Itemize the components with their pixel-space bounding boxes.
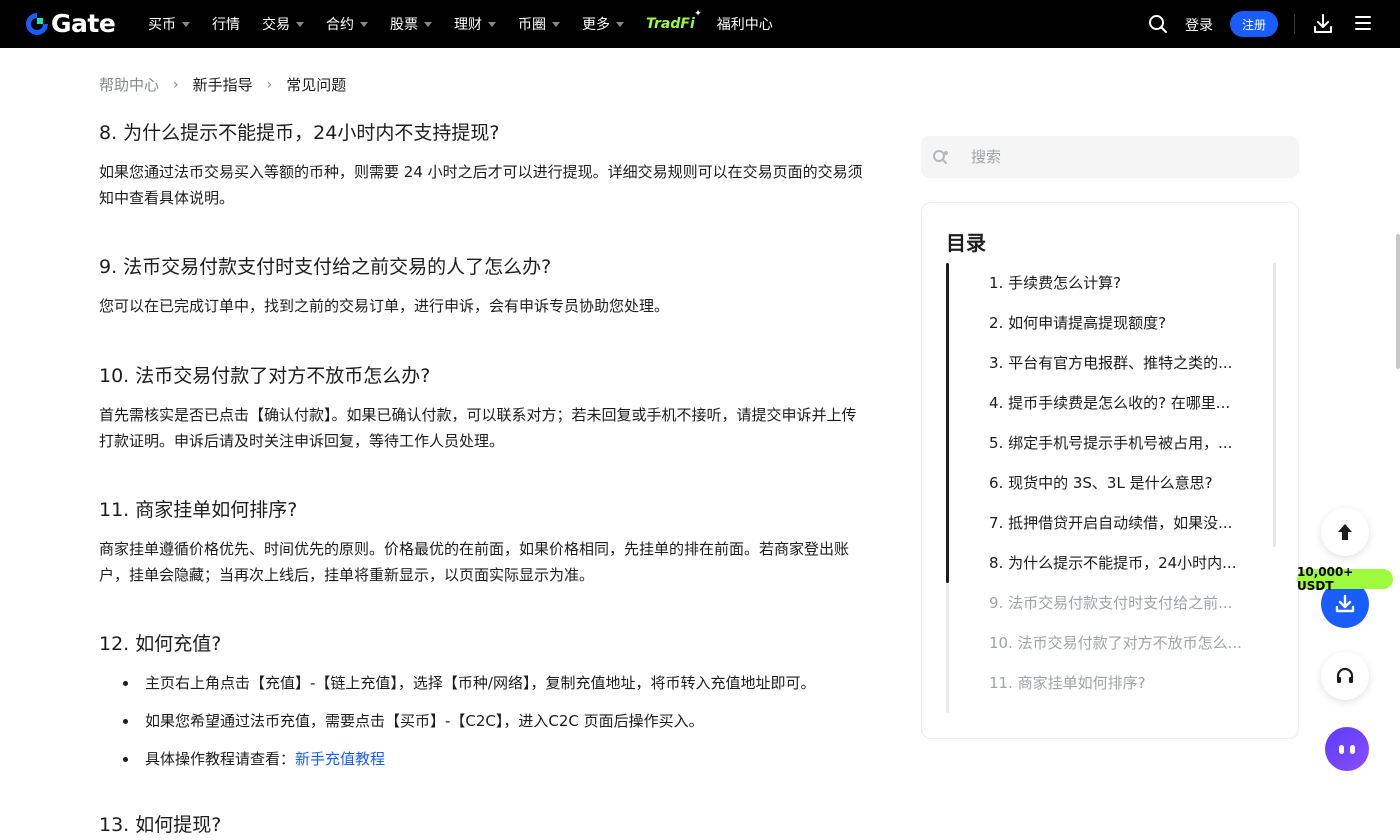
- search-input[interactable]: [971, 148, 1271, 166]
- chevron-down-icon: [360, 21, 368, 27]
- page-scrollbar[interactable]: [1396, 234, 1400, 369]
- gate-logo-icon: [26, 13, 48, 35]
- toc-item[interactable]: 10. 法币交易付款了对方不放币怎么...: [989, 623, 1251, 663]
- ai-assistant-button[interactable]: [1325, 727, 1369, 771]
- nav-label: 更多: [582, 17, 610, 33]
- nav-stocks[interactable]: 股票: [390, 14, 432, 34]
- nav-more[interactable]: 更多: [582, 14, 624, 34]
- table-of-contents: 目录 1. 手续费怎么计算? 2. 如何申请提高提现额度? 3. 平台有官方电报…: [921, 202, 1299, 739]
- usdt-reward-badge: 10,000+ USDT: [1297, 565, 1393, 593]
- breadcrumb-faq[interactable]: 常见问题: [286, 74, 346, 95]
- nav-label: 交易: [262, 17, 290, 33]
- download-icon[interactable]: [1312, 13, 1334, 35]
- toc-item[interactable]: 7. 抵押借贷开启自动续借，如果没...: [989, 503, 1251, 543]
- nav-label: 行情: [212, 17, 240, 33]
- nav-earn[interactable]: 理财: [454, 14, 496, 34]
- sidebar-search: [921, 136, 1299, 178]
- toc-item[interactable]: 11. 商家挂单如何排序?: [989, 663, 1251, 703]
- question-heading: 9. 法币交易付款支付时支付给之前交易的人了怎么办?: [99, 256, 552, 278]
- chevron-down-icon: [552, 21, 560, 27]
- arrow-up-icon: [1338, 524, 1352, 540]
- chevron-down-icon: [488, 21, 496, 27]
- list-item: 主页右上角点击【充值】-【链上充值】，选择【币种/网络】，复制充值地址，将币转入…: [99, 670, 869, 696]
- chevron-right-icon: ›: [266, 76, 273, 93]
- search-icon[interactable]: [1148, 14, 1168, 34]
- breadcrumb-help-center[interactable]: 帮助中心: [99, 74, 159, 95]
- toc-item[interactable]: 9. 法币交易付款支付时支付给之前...: [989, 583, 1251, 623]
- nav-markets[interactable]: 行情: [212, 14, 240, 34]
- list-item: 如果您希望通过法币充值，需要点击【买币】-【C2C】，进入C2C 页面后操作买入…: [99, 708, 869, 734]
- customer-support-button[interactable]: [1321, 652, 1369, 700]
- deposit-tutorial-link[interactable]: 新手充值教程: [295, 750, 385, 768]
- answer-text: 商家挂单遵循价格优先、时间优先的原则。价格最优的在前面，如果价格相同，先挂单的排…: [99, 540, 850, 584]
- chevron-right-icon: ›: [173, 76, 179, 93]
- toc-title: 目录: [946, 231, 986, 255]
- nav-label: 福利中心: [716, 17, 773, 33]
- nav-community[interactable]: 币圈: [518, 14, 560, 34]
- register-button[interactable]: 注册: [1230, 11, 1278, 37]
- toc-list: 1. 手续费怎么计算? 2. 如何申请提高提现额度? 3. 平台有官方电报群、推…: [989, 263, 1251, 703]
- question-heading: 8. 为什么提示不能提币，24小时内不支持提现?: [99, 122, 500, 144]
- chatbot-icon: [1336, 744, 1358, 754]
- toc-progress-fill: [946, 263, 949, 583]
- breadcrumb: 帮助中心 › 新手指导 › 常见问题: [99, 74, 346, 95]
- chevron-down-icon: [296, 21, 304, 27]
- tutorial-prefix: 具体操作教程请查看：: [145, 750, 296, 768]
- nav-label: 合约: [326, 17, 354, 33]
- question-heading: 11. 商家挂单如何排序?: [99, 499, 298, 521]
- back-to-top-button[interactable]: [1321, 508, 1369, 556]
- gate-logo[interactable]: Gate: [24, 9, 116, 38]
- answer-text: 首先需核实是否已点击【确认付款】。如果已确认付款，可以联系对方；若未回复或手机不…: [99, 406, 857, 450]
- faq-article: 8. 为什么提示不能提币，24小时内不支持提现? 如果您通过法币交易买入等额的币…: [99, 118, 869, 840]
- nav-trade[interactable]: 交易: [262, 14, 304, 34]
- question-heading: 10. 法币交易付款了对方不放币怎么办?: [99, 365, 431, 387]
- download-icon: [1335, 594, 1355, 613]
- question-heading: 13. 如何提现?: [99, 814, 222, 836]
- search-icon: [933, 150, 948, 164]
- toc-item[interactable]: 6. 现货中的 3S、3L 是什么意思?: [989, 463, 1251, 503]
- nav-label: 理财: [454, 17, 482, 33]
- nav-buy-crypto[interactable]: 买币: [148, 14, 190, 34]
- nav-label: 买币: [148, 17, 176, 33]
- toc-item[interactable]: 1. 手续费怎么计算?: [989, 263, 1251, 303]
- main-menu: 买币 行情 交易 合约 股票 理财 币圈 更多 TradFi ✦ 福利中心: [148, 0, 795, 48]
- toc-item[interactable]: 3. 平台有官方电报群、推特之类的...: [989, 343, 1251, 383]
- breadcrumb-beginner-guide[interactable]: 新手指导: [193, 74, 253, 95]
- nav-label: 币圈: [518, 17, 546, 33]
- answer-text: 如果您通过法币交易买入等额的币种，则需要 24 小时之后才可以进行提现。详细交易…: [99, 163, 863, 207]
- top-nav: Gate 买币 行情 交易 合约 股票 理财 币圈 更多 TradFi ✦ 福利中…: [0, 0, 1400, 48]
- chevron-down-icon: [616, 21, 624, 27]
- sparkle-icon: ✦: [694, 9, 702, 19]
- toc-item[interactable]: 8. 为什么提示不能提币，24小时内...: [989, 543, 1251, 583]
- nav-welfare-center[interactable]: 福利中心: [717, 14, 773, 34]
- headset-icon: [1336, 667, 1354, 683]
- tradfi-label: TradFi: [646, 16, 695, 32]
- toc-item[interactable]: 2. 如何申请提高提现额度?: [989, 303, 1251, 343]
- login-link[interactable]: 登录: [1185, 15, 1213, 35]
- chevron-down-icon: [424, 21, 432, 27]
- logo-text: Gate: [51, 9, 116, 38]
- nav-tradfi[interactable]: TradFi ✦: [646, 9, 702, 32]
- toc-item[interactable]: 5. 绑定手机号提示手机号被占用，...: [989, 423, 1251, 463]
- toc-scrollbar[interactable]: [1273, 263, 1276, 547]
- chevron-down-icon: [182, 21, 190, 27]
- nav-futures[interactable]: 合约: [326, 14, 368, 34]
- nav-divider: [1294, 14, 1295, 34]
- menu-icon[interactable]: [1355, 16, 1371, 30]
- nav-label: 股票: [390, 17, 418, 33]
- answer-text: 您可以在已完成订单中，找到之前的交易订单，进行申诉，会有申诉专员协助您处理。: [99, 297, 670, 315]
- toc-item[interactable]: 4. 提币手续费是怎么收的? 在哪里...: [989, 383, 1251, 423]
- question-heading: 12. 如何充值?: [99, 633, 222, 655]
- answer-list: 主页右上角点击【充值】-【链上充值】，选择【币种/网络】，复制充值地址，将币转入…: [99, 670, 869, 772]
- list-item: 具体操作教程请查看：新手充值教程: [99, 746, 869, 772]
